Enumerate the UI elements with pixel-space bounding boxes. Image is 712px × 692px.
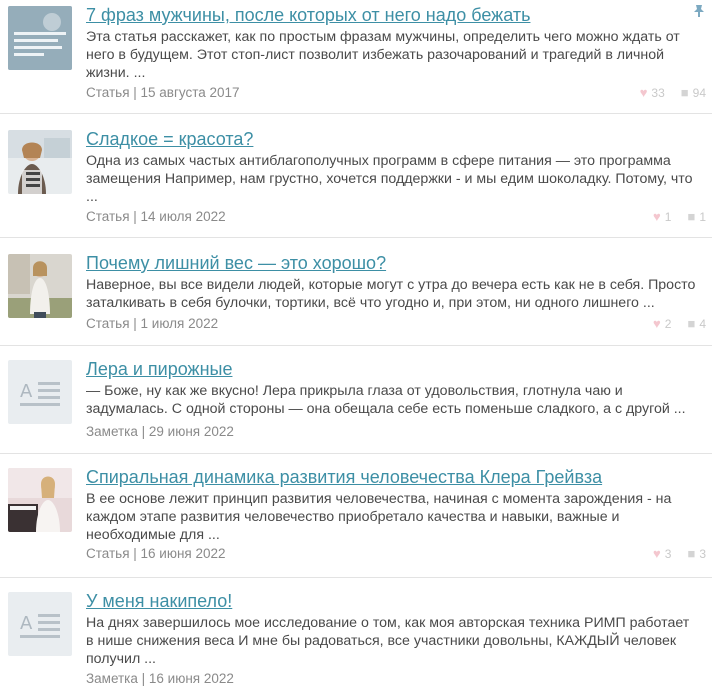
- post-meta: Статья | 16 июня 2022: [86, 546, 226, 561]
- post-excerpt: — Боже, ну как же вкусно! Лера прикрыла …: [86, 383, 686, 417]
- post-excerpt: Одна из самых частых антиблагополучных п…: [86, 153, 693, 205]
- post-title-link[interactable]: Почему лишний вес — это хорошо?: [86, 251, 386, 275]
- heart-icon[interactable]: ♥: [653, 208, 661, 226]
- heart-icon[interactable]: ♥: [653, 315, 661, 333]
- post-title-link[interactable]: Спиральная динамика развития человечеств…: [86, 465, 602, 489]
- note-placeholder-icon[interactable]: A: [8, 592, 72, 656]
- post-feed: 7 фраз мужчины, после которых от него на…: [0, 0, 712, 692]
- post-thumbnail[interactable]: [8, 254, 72, 318]
- comments-count: 3: [699, 547, 706, 561]
- post-item: A Лера и пирожные — Боже, ну как же вкус…: [0, 346, 712, 454]
- comments-count: 4: [699, 317, 706, 331]
- post-excerpt: Наверное, вы все видели людей, которые м…: [86, 277, 696, 311]
- comments-count: 1: [699, 210, 706, 224]
- likes-count: 2: [664, 317, 672, 331]
- post-stats: ♥ 33 ■ 94: [640, 84, 706, 102]
- post-thumbnail[interactable]: [8, 468, 72, 532]
- likes-count: 33: [651, 86, 665, 100]
- post-stats: ♥ 2 ■ 4: [653, 315, 706, 333]
- likes-count: 3: [664, 547, 672, 561]
- comment-icon[interactable]: ■: [681, 84, 689, 102]
- post-title-link[interactable]: Лера и пирожные: [86, 357, 232, 381]
- heart-icon[interactable]: ♥: [640, 84, 648, 102]
- post-meta: Заметка | 29 июня 2022: [86, 424, 234, 439]
- comment-icon[interactable]: ■: [687, 545, 695, 563]
- pin-icon: [692, 4, 706, 21]
- post-excerpt: Эта статья расскажет, как по простым фра…: [86, 29, 680, 81]
- post-thumbnail[interactable]: [8, 6, 72, 70]
- post-thumbnail[interactable]: [8, 130, 72, 194]
- likes-count: 1: [664, 210, 672, 224]
- comment-icon[interactable]: ■: [687, 315, 695, 333]
- comment-icon[interactable]: ■: [687, 208, 695, 226]
- post-meta: Заметка | 16 июня 2022: [86, 671, 234, 686]
- svg-text:A: A: [20, 613, 33, 634]
- post-item: A У меня накипело! На днях завершилось м…: [0, 578, 712, 692]
- post-stats: ♥ 1 ■ 1: [653, 208, 706, 226]
- post-meta: Статья | 15 августа 2017: [86, 85, 240, 100]
- post-item: Сладкое = красота? Одна из самых частых …: [0, 114, 712, 238]
- post-excerpt: На днях завершилось мое исследование о т…: [86, 615, 690, 667]
- post-title-link[interactable]: 7 фраз мужчины, после которых от него на…: [86, 3, 530, 27]
- post-item: 7 фраз мужчины, после которых от него на…: [0, 0, 712, 114]
- comments-count: 94: [692, 86, 706, 100]
- post-item: Спиральная динамика развития человечеств…: [0, 454, 712, 578]
- post-item: Почему лишний вес — это хорошо? Наверное…: [0, 238, 712, 346]
- post-meta: Статья | 1 июля 2022: [86, 316, 219, 331]
- note-placeholder-icon[interactable]: A: [8, 360, 72, 424]
- svg-text:A: A: [20, 381, 33, 402]
- post-title-link[interactable]: Сладкое = красота?: [86, 127, 253, 151]
- post-title-link[interactable]: У меня накипело!: [86, 589, 232, 613]
- post-excerpt: В ее основе лежит принцип развития челов…: [86, 491, 672, 543]
- post-meta: Статья | 14 июля 2022: [86, 209, 226, 224]
- post-stats: ♥ 3 ■ 3: [653, 545, 706, 563]
- heart-icon[interactable]: ♥: [653, 545, 661, 563]
